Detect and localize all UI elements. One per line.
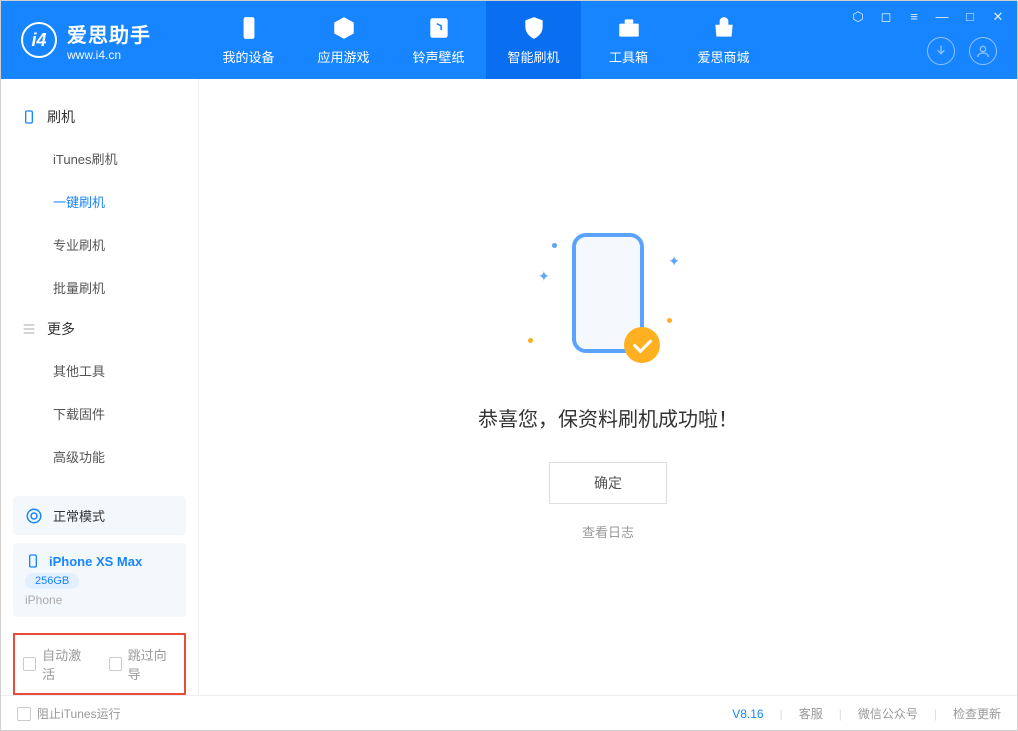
- tab-toolbox[interactable]: 工具箱: [581, 1, 676, 79]
- logo-area: i4 爱思助手 www.i4.cn: [1, 19, 201, 62]
- sync-icon: [25, 507, 43, 525]
- phone-small-icon: [25, 553, 41, 569]
- device-type-label: iPhone: [25, 593, 174, 607]
- sidebar-group-more: 更多: [1, 309, 198, 349]
- tab-label: 铃声壁纸: [412, 47, 464, 66]
- window-controls: ⬡ ◻ ≡ — □ ✕: [851, 1, 1005, 25]
- wechat-link[interactable]: 微信公众号: [858, 705, 918, 722]
- skip-guide-checkbox[interactable]: 跳过向导: [109, 645, 177, 683]
- minimize-icon[interactable]: —: [935, 9, 949, 25]
- checkbox-icon: [17, 707, 31, 721]
- sidebar-item-advanced[interactable]: 高级功能: [1, 435, 198, 478]
- main-content: ✦ ✦ 恭喜您，保资料刷机成功啦！ 确定 查看日志: [199, 79, 1017, 695]
- footer-bar: 阻止iTunes运行 V8.16 | 客服 | 微信公众号 | 检查更新: [1, 695, 1017, 731]
- tab-label: 爱思商城: [697, 47, 749, 66]
- tab-ringtones[interactable]: 铃声壁纸: [391, 1, 486, 79]
- list-icon: [21, 321, 37, 337]
- app-logo-icon: i4: [21, 22, 57, 58]
- tab-my-device[interactable]: 我的设备: [201, 1, 296, 79]
- device-mode-card[interactable]: 正常模式: [13, 496, 186, 535]
- maximize-icon[interactable]: □: [963, 9, 977, 25]
- tab-label: 智能刷机: [507, 47, 559, 66]
- sidebar-item-download-firmware[interactable]: 下载固件: [1, 392, 198, 435]
- ok-button[interactable]: 确定: [549, 462, 667, 504]
- music-icon: [426, 15, 452, 41]
- checkmark-icon: [624, 327, 660, 363]
- block-itunes-checkbox[interactable]: 阻止iTunes运行: [17, 705, 121, 722]
- sidebar-item-oneclick-flash[interactable]: 一键刷机: [1, 180, 198, 223]
- shield-sync-icon: [521, 15, 547, 41]
- tab-apps[interactable]: 应用游戏: [296, 1, 391, 79]
- check-update-link[interactable]: 检查更新: [953, 705, 1001, 722]
- close-icon[interactable]: ✕: [991, 9, 1005, 25]
- download-button[interactable]: [927, 37, 955, 65]
- toolbox-icon: [616, 15, 642, 41]
- user-button[interactable]: [969, 37, 997, 65]
- tab-store[interactable]: 爱思商城: [676, 1, 771, 79]
- tab-label: 我的设备: [222, 47, 274, 66]
- tshirt-icon[interactable]: ⬡: [851, 9, 865, 25]
- device-mode-label: 正常模式: [53, 506, 105, 525]
- options-highlight-box: 自动激活 跳过向导: [13, 633, 186, 695]
- sidebar-item-itunes-flash[interactable]: iTunes刷机: [1, 137, 198, 180]
- app-subtitle: www.i4.cn: [67, 48, 151, 62]
- device-info-card[interactable]: iPhone XS Max 256GB iPhone: [13, 543, 186, 617]
- storage-badge: 256GB: [25, 573, 79, 589]
- menu-icon[interactable]: ≡: [907, 9, 921, 25]
- app-title: 爱思助手: [67, 19, 151, 48]
- sidebar-item-other-tools[interactable]: 其他工具: [1, 349, 198, 392]
- support-link[interactable]: 客服: [799, 705, 823, 722]
- checkbox-icon: [109, 657, 122, 671]
- tab-label: 工具箱: [609, 47, 648, 66]
- store-icon: [711, 15, 737, 41]
- sidebar: 刷机 iTunes刷机 一键刷机 专业刷机 批量刷机 更多 其他工具 下载固件 …: [1, 79, 199, 695]
- sidebar-group-flash: 刷机: [1, 97, 198, 137]
- success-illustration: ✦ ✦: [528, 233, 688, 373]
- tab-flash[interactable]: 智能刷机: [486, 1, 581, 79]
- nav-tabs: 我的设备 应用游戏 铃声壁纸 智能刷机 工具箱 爱思商城: [201, 1, 771, 79]
- tab-label: 应用游戏: [317, 47, 369, 66]
- success-message: 恭喜您，保资料刷机成功啦！: [478, 403, 738, 432]
- cube-icon: [331, 15, 357, 41]
- device-icon: [236, 15, 262, 41]
- sidebar-item-pro-flash[interactable]: 专业刷机: [1, 223, 198, 266]
- version-label: V8.16: [732, 707, 763, 721]
- sidebar-item-batch-flash[interactable]: 批量刷机: [1, 266, 198, 309]
- auto-activate-checkbox[interactable]: 自动激活: [23, 645, 91, 683]
- checkbox-icon: [23, 657, 36, 671]
- device-name-label: iPhone XS Max: [49, 554, 142, 569]
- view-log-link[interactable]: 查看日志: [582, 522, 634, 541]
- phone-icon: [21, 109, 37, 125]
- header-bar: i4 爱思助手 www.i4.cn 我的设备 应用游戏 铃声壁纸 智能刷机 工具…: [1, 1, 1017, 79]
- feedback-icon[interactable]: ◻: [879, 9, 893, 25]
